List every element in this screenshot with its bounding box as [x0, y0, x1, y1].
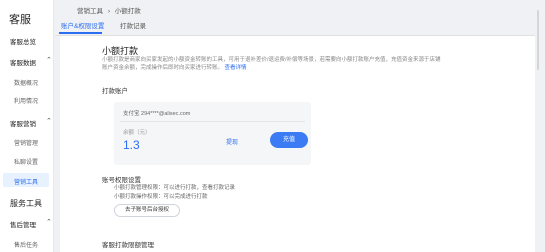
balance-label: 余额（元） [123, 130, 151, 136]
card-divider [120, 121, 305, 122]
sidebar-item-overview[interactable]: 客服总览 [10, 36, 36, 46]
sidebar: 客服 客服总览 客服数据 ⌃ 数据概况 利用情况 客服营销 ⌃ 营销管理 私聊设… [0, 0, 54, 252]
content-panel: 小额打款 小额打款是商家向买家发起的小额资金转账的工具，可用于退补差价/退运费/… [60, 36, 535, 252]
chevron-up-icon[interactable]: ⌃ [46, 117, 52, 125]
permission-line-operate: 小额打款操作权限：可以完成进行打款 [114, 194, 208, 200]
tab-account-settings[interactable]: 账户&权限设置 [61, 20, 104, 30]
breadcrumb-parent[interactable]: 营销工具 [77, 8, 103, 15]
authorize-subaccount-button[interactable]: 去子账号后台授权 [114, 204, 180, 217]
balance-value: 1.3 [123, 138, 140, 152]
scrollbar[interactable] [536, 0, 540, 252]
sidebar-item-marketing-tools[interactable]: 营销工具 [14, 177, 38, 186]
breadcrumb: 营销工具 › 小额打款 [77, 5, 141, 15]
sidebar-item-aftersale-tasks[interactable]: 售后任务 [14, 240, 38, 249]
limit-management-title: 客服打款限额管理 [102, 242, 154, 249]
description-text: 小额打款是商家向买家发起的小额资金转账的工具，可用于退补差价/退运费/补偿等场景… [102, 57, 441, 71]
tab-active-indicator [59, 32, 102, 34]
sidebar-title: 客服 [9, 14, 31, 26]
main-area: 营销工具 › 小额打款 账户&权限设置 打款记录 小额打款 小额打款是商家向买家… [55, 0, 545, 252]
section-description: 小额打款是商家向买家发起的小额资金转账的工具，可用于退补差价/退运费/补偿等场景… [102, 56, 442, 72]
withdraw-link[interactable]: 提现 [226, 137, 238, 146]
chevron-up-icon[interactable]: ⌃ [46, 218, 52, 226]
account-label: 打款账户 [102, 88, 128, 95]
sidebar-item-marketing[interactable]: 客服营销 [10, 118, 36, 128]
account-number: 支付宝 294****@alisec.com [123, 111, 191, 117]
chevron-up-icon[interactable]: ⌃ [46, 56, 52, 64]
scrollbar-thumb[interactable] [537, 10, 539, 70]
sidebar-item-marketing-manage[interactable]: 营销管理 [14, 138, 38, 147]
sidebar-item-private-chat[interactable]: 私聊设置 [14, 157, 38, 166]
sidebar-item-data[interactable]: 客服数据 [10, 57, 36, 67]
chevron-right-icon: › [107, 8, 110, 15]
tab-payment-records[interactable]: 打款记录 [120, 20, 146, 30]
permission-line-manage: 小额打款管理权限：可以进行打款，查看打款记录 [114, 185, 236, 191]
breadcrumb-current: 小额打款 [114, 8, 141, 15]
sidebar-item-data-overview[interactable]: 数据概况 [14, 78, 38, 87]
recharge-button[interactable]: 充值 [270, 132, 308, 148]
tab-bar: 账户&权限设置 打款记录 [55, 20, 545, 34]
sidebar-item-service-tools[interactable]: 服务工具 [10, 198, 42, 209]
account-card: 支付宝 294****@alisec.com 余额（元） 1.3 提现 充值 [114, 102, 311, 165]
sidebar-item-usage[interactable]: 利用情况 [14, 96, 38, 105]
sidebar-item-aftersale[interactable]: 售后管理 [10, 219, 36, 229]
view-details-link[interactable]: 查看详情 [225, 65, 247, 71]
